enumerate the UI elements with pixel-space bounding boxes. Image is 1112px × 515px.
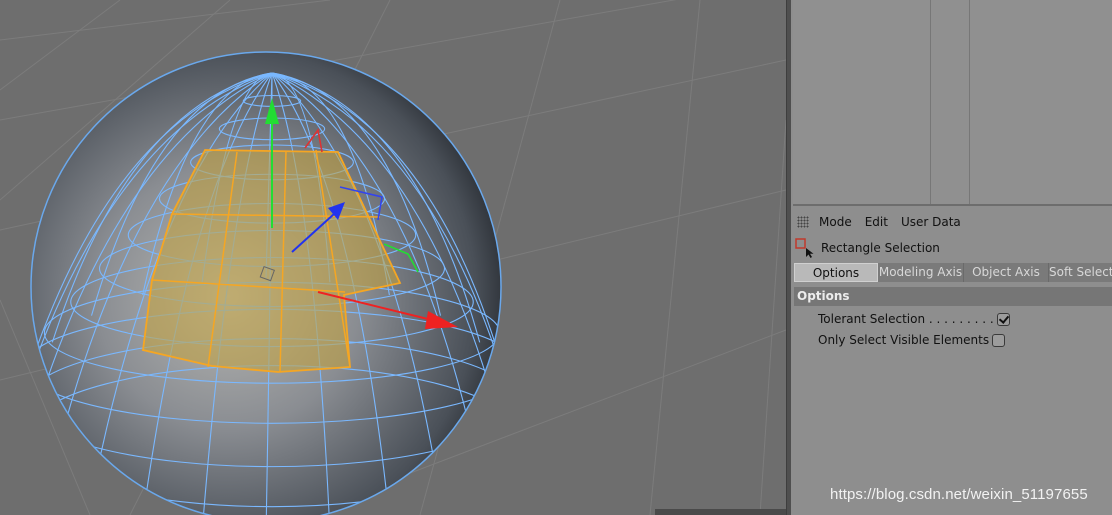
tab-options[interactable]: Options bbox=[794, 263, 878, 282]
tab-object-axis[interactable]: Object Axis bbox=[964, 263, 1049, 282]
right-panel: Mode Edit User Data Rectangle Selection … bbox=[791, 0, 1112, 515]
menu-mode[interactable]: Mode bbox=[819, 215, 852, 229]
grid-line bbox=[0, 0, 121, 91]
attributes-menu-bar: Mode Edit User Data bbox=[791, 211, 1112, 233]
rectangle-selection-icon bbox=[794, 237, 816, 259]
grip-handle-icon[interactable] bbox=[797, 216, 809, 228]
viewport-status-strip bbox=[655, 509, 786, 515]
options-section-header: Options bbox=[794, 287, 1112, 306]
object-manager-area[interactable] bbox=[793, 0, 1112, 206]
grid-line bbox=[649, 0, 701, 515]
column-divider[interactable] bbox=[969, 0, 970, 204]
menu-edit[interactable]: Edit bbox=[865, 215, 888, 229]
tab-soft-selection[interactable]: Soft Selection bbox=[1049, 263, 1112, 282]
watermark-text: https://blog.csdn.net/weixin_51197655 bbox=[830, 486, 1088, 503]
tab-modeling-axis[interactable]: Modeling Axis bbox=[878, 263, 964, 282]
only-visible-checkbox[interactable] bbox=[992, 333, 1006, 347]
viewport-scene[interactable] bbox=[0, 0, 786, 515]
only-visible-row: Only Select Visible Elements bbox=[818, 331, 1006, 349]
active-tool-header: Rectangle Selection bbox=[791, 236, 1112, 260]
column-divider[interactable] bbox=[930, 0, 931, 204]
tolerant-selection-checkbox[interactable] bbox=[996, 312, 1010, 326]
3d-viewport[interactable] bbox=[0, 0, 786, 515]
menu-user-data[interactable]: User Data bbox=[901, 215, 961, 229]
tool-name: Rectangle Selection bbox=[821, 241, 940, 255]
grid-line bbox=[759, 119, 786, 515]
tolerant-selection-label: Tolerant Selection . . . . . . . . . bbox=[818, 312, 994, 326]
grid-line bbox=[0, 0, 331, 41]
attributes-tabs: Options Modeling Axis Object Axis Soft S… bbox=[794, 263, 1112, 282]
tolerant-selection-row: Tolerant Selection . . . . . . . . . bbox=[818, 310, 1010, 328]
only-visible-label: Only Select Visible Elements bbox=[818, 333, 990, 347]
